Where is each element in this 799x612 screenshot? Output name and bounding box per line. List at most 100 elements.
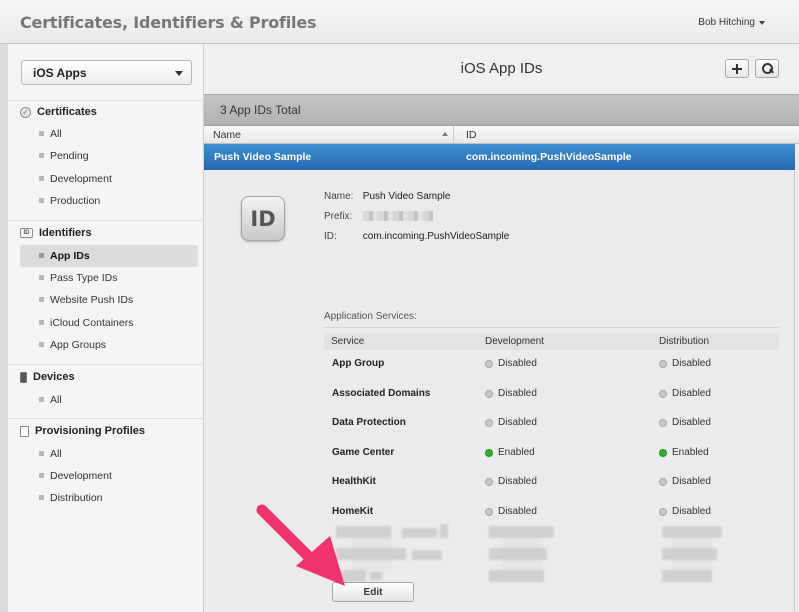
sidebar-section-label: Certificates [37, 106, 97, 118]
sidebar-item-pass-type-ids[interactable]: Pass Type IDs [20, 267, 198, 289]
status-text: Disabled [498, 417, 537, 428]
services-col-service: Service [331, 336, 365, 347]
service-name: Data Protection [332, 417, 406, 428]
platform-select[interactable]: iOS Apps [21, 60, 192, 85]
detail-id-value: com.incoming.PushVideoSample [362, 231, 510, 242]
status-text: Enabled [672, 447, 709, 458]
user-name: Bob Hitching [698, 17, 755, 28]
detail-prefix-label: Prefix: [324, 211, 353, 222]
sidebar-item-profiles-development[interactable]: Development [20, 465, 198, 487]
search-icon [761, 63, 773, 74]
status-text: Disabled [498, 358, 537, 369]
sidebar-item-profiles-all[interactable]: All [20, 443, 198, 465]
status-text: Disabled [498, 476, 537, 487]
detail-name: Name: Push Video Sample [324, 191, 450, 202]
service-row: HealthKit Disabled Disabled [324, 468, 779, 497]
column-header-name[interactable]: Name [213, 129, 241, 141]
services-col-distribution: Distribution [659, 336, 710, 347]
main-header: iOS App IDs [204, 44, 799, 94]
sidebar-item-website-push-ids[interactable]: Website Push IDs [20, 289, 198, 311]
status-text: Enabled [498, 447, 535, 458]
status-dot-icon [485, 359, 493, 368]
row-name: Push Video Sample [214, 151, 312, 163]
status-text: Disabled [672, 476, 711, 487]
detail-prefix: Prefix: [324, 211, 433, 222]
service-row: App Group Disabled Disabled [324, 350, 779, 379]
sidebar-section-devices: Devices [20, 369, 75, 385]
count-bar: 3 App IDs Total [204, 94, 799, 126]
dist-status: Disabled [659, 388, 711, 399]
services-table-header: Service Development Distribution [324, 333, 779, 350]
sidebar-item-label: Development [50, 470, 112, 482]
top-header: Certificates, Identifiers & Profiles Bob… [0, 0, 799, 44]
sort-ascending-icon[interactable] [442, 132, 448, 136]
sidebar-item-label: iCloud Containers [50, 317, 134, 329]
sidebar-section-identifiers: ID Identifiers [20, 225, 92, 241]
status-dot-icon [659, 359, 667, 368]
redacted-prefix-value [362, 211, 433, 222]
divider [8, 220, 204, 221]
status-dot-icon [659, 389, 667, 398]
sidebar-item-label: Pass Type IDs [50, 272, 118, 284]
service-row: Associated Domains Disabled Disabled [324, 380, 779, 409]
sidebar-item-certificates-all[interactable]: All [20, 123, 198, 145]
page-title: iOS App IDs [460, 60, 543, 77]
document-icon [20, 425, 29, 437]
status-text: Disabled [672, 417, 711, 428]
id-icon: ID [20, 228, 33, 238]
sidebar-item-icloud-containers[interactable]: iCloud Containers [20, 312, 198, 334]
dist-status: Disabled [659, 417, 711, 428]
sidebar-item-label: Pending [50, 150, 89, 162]
app-id-count: 3 App IDs Total [220, 103, 301, 117]
sidebar-item-certificates-production[interactable]: Production [20, 190, 198, 212]
sidebar-item-app-ids[interactable]: App IDs [20, 245, 198, 267]
sidebar-item-label: App Groups [50, 339, 107, 351]
dev-status: Disabled [485, 388, 537, 399]
chevron-down-icon [759, 21, 765, 25]
sidebar-section-label: Devices [33, 371, 75, 383]
status-dot-icon [485, 448, 493, 457]
status-text: Disabled [672, 358, 711, 369]
service-row: Game Center Enabled Enabled [324, 439, 779, 468]
dev-status: Disabled [485, 358, 537, 369]
services-title: Application Services: [324, 311, 417, 322]
row-bundle-id: com.incoming.PushVideoSample [466, 151, 632, 163]
add-button[interactable] [725, 59, 749, 78]
search-button[interactable] [755, 59, 779, 78]
sidebar-item-certificates-development[interactable]: Development [20, 168, 198, 190]
divider [8, 364, 204, 365]
sidebar-item-devices-all[interactable]: All [20, 389, 198, 411]
divider [8, 418, 204, 419]
services-col-development: Development [485, 336, 544, 347]
status-text: Disabled [498, 506, 537, 517]
app-id-detail: ID Name: Push Video Sample Prefix: ID: c… [204, 170, 795, 612]
column-header-id[interactable]: ID [466, 129, 477, 141]
sidebar-item-label: App IDs [50, 250, 90, 262]
status-dot-icon [485, 418, 493, 427]
sidebar-item-app-groups[interactable]: App Groups [20, 334, 198, 356]
table-row-selected[interactable]: Push Video Sample com.incoming.PushVideo… [204, 144, 795, 170]
sidebar: iOS Apps ✓ Certificates All Pending Deve… [8, 44, 204, 612]
sidebar-item-label: Distribution [50, 492, 103, 504]
user-menu[interactable]: Bob Hitching [698, 17, 765, 28]
sidebar-item-label: Development [50, 173, 112, 185]
sidebar-item-label: All [50, 448, 62, 460]
status-dot-icon [659, 448, 667, 457]
service-name: Associated Domains [332, 388, 431, 399]
status-dot-icon [659, 418, 667, 427]
dev-status: Disabled [485, 476, 537, 487]
status-text: Disabled [498, 388, 537, 399]
sidebar-item-profiles-distribution[interactable]: Distribution [20, 487, 198, 509]
sidebar-item-certificates-pending[interactable]: Pending [20, 145, 198, 167]
detail-id-label: ID: [324, 231, 337, 242]
status-dot-icon [659, 477, 667, 486]
sidebar-item-label: All [50, 394, 62, 406]
edit-button[interactable]: Edit [332, 582, 414, 602]
device-icon [20, 371, 27, 383]
service-name: App Group [332, 358, 385, 369]
status-dot-icon [485, 389, 493, 398]
status-text: Disabled [672, 388, 711, 399]
dev-status: Disabled [485, 506, 537, 517]
status-dot-icon [485, 507, 493, 516]
certificate-icon: ✓ [20, 106, 31, 118]
